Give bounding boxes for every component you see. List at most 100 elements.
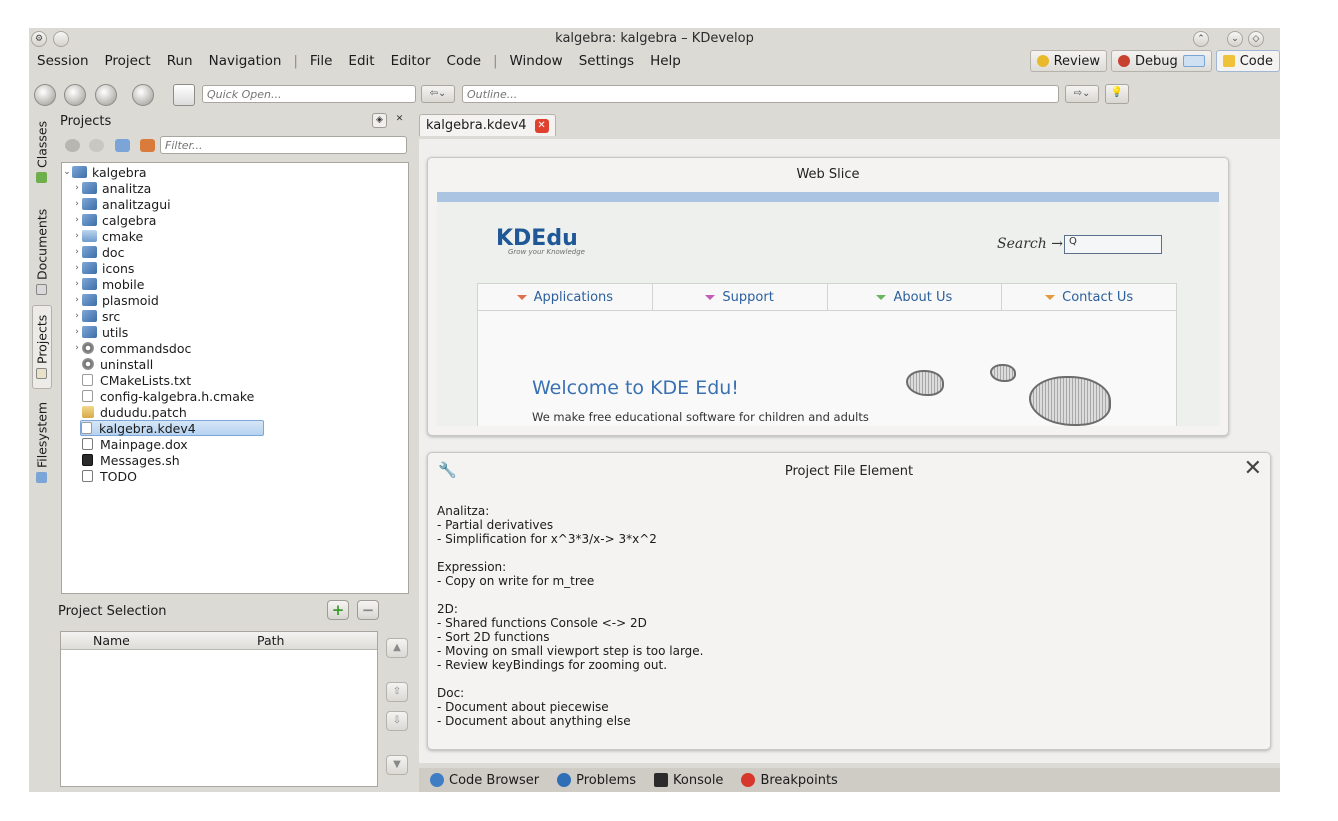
tree-row[interactable]: › src <box>72 308 120 324</box>
execute-icon[interactable] <box>95 84 117 106</box>
tool-tab-label: Documents <box>34 208 50 281</box>
web-nav-about[interactable]: About Us <box>828 284 1003 310</box>
menu-file[interactable]: File <box>302 53 341 69</box>
collapse-arrow-icon[interactable]: › <box>72 183 82 193</box>
menu-window[interactable]: Window <box>501 53 570 69</box>
collapse-arrow-icon[interactable]: › <box>72 311 82 321</box>
move-down-icon[interactable]: ⇩ <box>386 711 408 731</box>
new-file-icon[interactable] <box>173 84 195 106</box>
tree-row-kalgebra[interactable]: ⌄ kalgebra <box>62 164 146 180</box>
tree-row[interactable]: › icons <box>72 260 134 276</box>
tree-row[interactable]: › utils <box>72 324 128 340</box>
project-icon <box>82 246 97 258</box>
menu-session[interactable]: Session <box>29 53 97 69</box>
tree-row[interactable]: Mainpage.dox <box>72 436 188 452</box>
add-project-button[interactable]: + <box>327 600 349 620</box>
menu-separator: | <box>493 53 498 69</box>
tree-row[interactable]: › analitzagui <box>72 196 170 212</box>
minimize-icon[interactable]: ⌄ <box>1227 31 1243 47</box>
area-tab-review[interactable]: Review <box>1029 50 1107 72</box>
navigate-forward-button[interactable]: ⇨⌄ <box>1065 85 1099 103</box>
tree-row[interactable]: uninstall <box>72 356 153 372</box>
tree-row-selected[interactable]: kalgebra.kdev4 <box>80 420 264 436</box>
tree-row[interactable]: CMakeLists.txt <box>72 372 191 388</box>
collapse-arrow-icon[interactable]: › <box>72 215 82 225</box>
kdedu-logo[interactable]: KDEdu Grow your Knowledge <box>496 226 585 256</box>
tree-row[interactable]: › doc <box>72 244 124 260</box>
tool-tab-projects[interactable]: Projects <box>32 305 52 389</box>
tree-row[interactable]: › commandsdoc <box>72 340 191 356</box>
column-header-name[interactable]: Name <box>93 633 130 648</box>
move-bottom-icon[interactable]: ▼ <box>386 755 408 775</box>
tree-row[interactable]: › cmake <box>72 228 143 244</box>
expand-arrow-icon[interactable]: ⌄ <box>62 167 72 177</box>
collapse-arrow-icon[interactable]: › <box>72 199 82 209</box>
collapse-arrow-icon[interactable]: › <box>72 327 82 337</box>
remove-project-button[interactable]: − <box>357 600 379 620</box>
tree-row[interactable]: › mobile <box>72 276 144 292</box>
menu-run[interactable]: Run <box>159 53 201 69</box>
web-nav-contact[interactable]: Contact Us <box>1002 284 1176 310</box>
configure-icon[interactable] <box>64 84 86 106</box>
editor-tab[interactable]: kalgebra.kdev4 ✕ <box>419 114 556 136</box>
web-nav-applications[interactable]: Applications <box>478 284 653 310</box>
tree-row[interactable]: › calgebra <box>72 212 156 228</box>
tool-tab-filesystem[interactable]: Filesystem <box>32 396 52 488</box>
menu-editor[interactable]: Editor <box>383 53 439 69</box>
title-bar: ⚙ kalgebra: kalgebra – KDevelop ⌃ ⌄ ◇ <box>29 28 1280 50</box>
tree-row-label: dududu.patch <box>100 404 187 420</box>
tool-problems[interactable]: Problems <box>550 773 643 788</box>
debug-indicator <box>1182 55 1205 67</box>
menu-edit[interactable]: Edit <box>340 53 382 69</box>
project-build-icon[interactable] <box>140 139 155 152</box>
project-filter-input[interactable] <box>160 136 407 154</box>
close-applet-icon[interactable]: ✕ <box>1244 456 1262 481</box>
maximize-icon[interactable]: ◇ <box>1248 31 1264 47</box>
area-tab-debug[interactable]: Debug <box>1110 50 1212 72</box>
menu-help[interactable]: Help <box>642 53 689 69</box>
tool-code-browser[interactable]: Code Browser <box>423 773 546 788</box>
panel-close-button[interactable]: ✕ <box>392 113 407 128</box>
navigate-back-button[interactable]: ⇦⌄ <box>421 85 455 103</box>
area-tab-code[interactable]: Code <box>1215 50 1280 72</box>
collapse-arrow-icon[interactable]: › <box>72 263 82 273</box>
collapse-arrow-icon[interactable]: › <box>72 279 82 289</box>
locate-file-icon[interactable] <box>115 139 130 152</box>
project-reload-icon[interactable] <box>89 139 104 152</box>
collapse-arrow-icon[interactable]: › <box>72 231 82 241</box>
move-up-icon[interactable]: ⇧ <box>386 682 408 702</box>
menu-navigation[interactable]: Navigation <box>201 53 290 69</box>
build-icon[interactable] <box>34 84 56 106</box>
tree-row[interactable]: dududu.patch <box>72 404 187 420</box>
tool-tab-documents[interactable]: Documents <box>32 204 52 300</box>
web-nav-support[interactable]: Support <box>653 284 828 310</box>
menu-code[interactable]: Code <box>439 53 490 69</box>
tool-tab-classes[interactable]: Classes <box>32 120 52 184</box>
tool-konsole[interactable]: Konsole <box>647 773 730 788</box>
note-content[interactable]: Analitza: - Partial derivatives - Simpli… <box>437 504 704 728</box>
assistant-lightbulb-icon[interactable]: 💡 <box>1105 84 1129 104</box>
tree-row[interactable]: config-kalgebra.h.cmake <box>72 388 254 404</box>
keep-above-icon[interactable]: ⌃ <box>1193 31 1209 47</box>
left-tool-strip: Classes Documents Projects Filesystem <box>29 112 55 512</box>
move-top-icon[interactable]: ▲ <box>386 638 408 658</box>
menu-settings[interactable]: Settings <box>571 53 642 69</box>
tree-row[interactable]: Messages.sh <box>72 452 180 468</box>
quick-open-input[interactable] <box>202 85 416 103</box>
panel-float-button[interactable]: ◈ <box>372 113 387 128</box>
tree-row[interactable]: › analitza <box>72 180 151 196</box>
collapse-arrow-icon[interactable]: › <box>72 247 82 257</box>
close-tab-icon[interactable]: ✕ <box>534 118 549 133</box>
project-open-icon[interactable] <box>65 139 80 152</box>
menu-project[interactable]: Project <box>97 53 159 69</box>
tree-row[interactable]: TODO <box>72 468 137 484</box>
collapse-arrow-icon[interactable]: › <box>72 295 82 305</box>
outline-input[interactable] <box>462 85 1059 103</box>
applet-title: Project File Element <box>784 464 914 479</box>
tool-breakpoints[interactable]: Breakpoints <box>734 773 844 788</box>
column-header-path[interactable]: Path <box>257 633 284 648</box>
tree-row[interactable]: › plasmoid <box>72 292 159 308</box>
stop-icon[interactable] <box>132 84 154 106</box>
collapse-arrow-icon[interactable]: › <box>72 343 82 353</box>
web-search-input[interactable]: Q <box>1064 235 1162 254</box>
